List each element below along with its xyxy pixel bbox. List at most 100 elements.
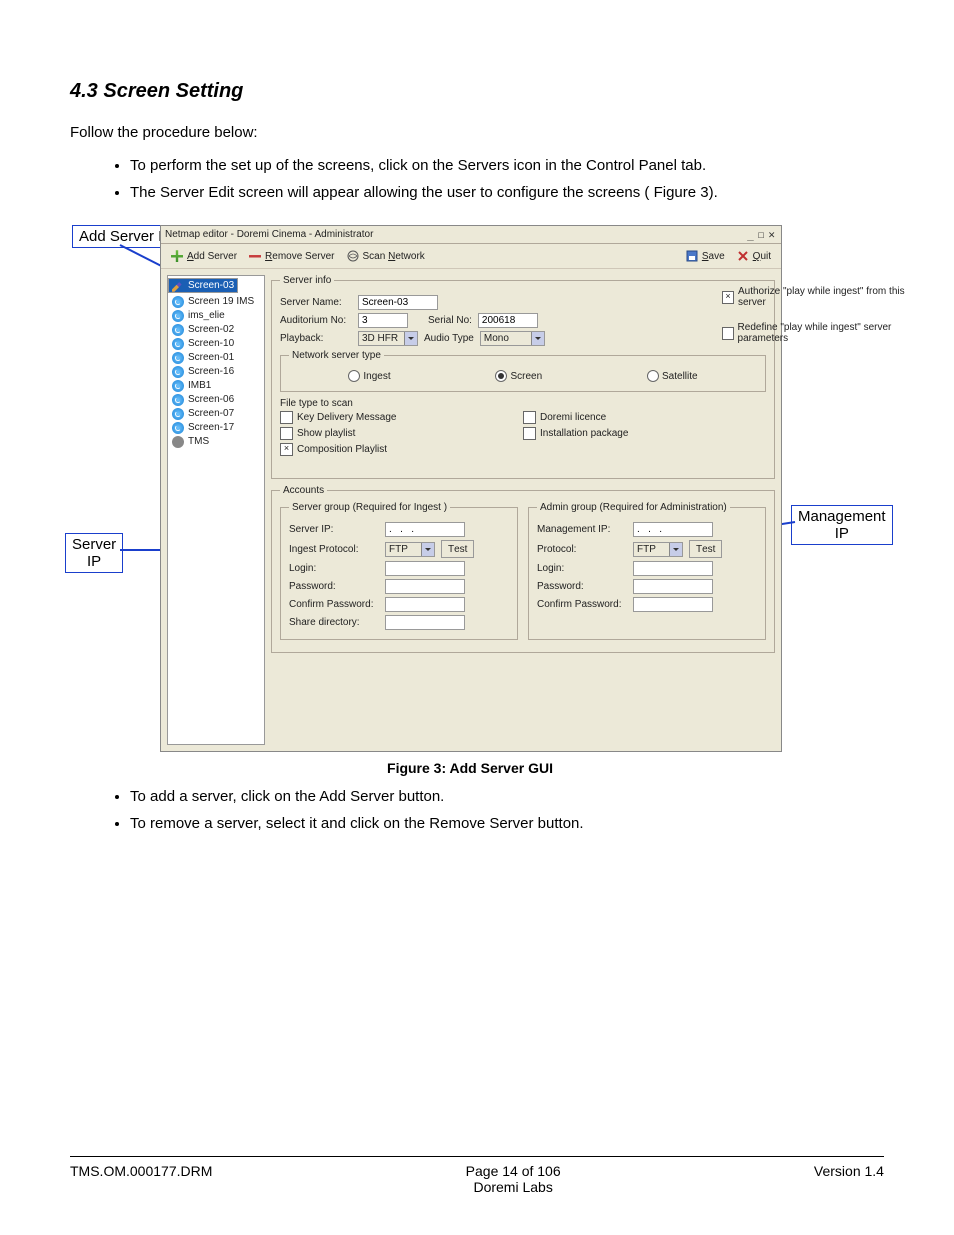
protocol-label: Protocol: — [537, 544, 627, 555]
radio-satellite[interactable]: Satellite — [647, 370, 698, 382]
tree-item[interactable]: Screen-17 — [168, 421, 264, 435]
tree-item[interactable]: Screen-16 — [168, 365, 264, 379]
tree-item-label: Screen-10 — [188, 338, 234, 349]
checkbox-install-pkg[interactable]: Installation package — [523, 427, 628, 440]
network-type-legend: Network server type — [289, 350, 384, 361]
management-ip-field[interactable] — [633, 522, 713, 537]
tree-item-label: Screen-06 — [188, 394, 234, 405]
screen-icon — [172, 366, 184, 378]
pencil-icon — [172, 280, 184, 292]
chevron-down-icon — [404, 332, 417, 345]
confirm-password-label: Confirm Password: — [289, 599, 379, 610]
playback-label: Playback: — [280, 333, 352, 344]
bullet: The Server Edit screen will appear allow… — [130, 184, 884, 201]
bullet: To perform the set up of the screens, cl… — [130, 157, 884, 174]
tree-item-label: Screen-02 — [188, 324, 234, 335]
auditorium-no-label: Auditorium No: — [280, 315, 352, 326]
playback-select[interactable]: 3D HFR — [358, 331, 418, 346]
toolbar-add-server[interactable]: Add Server — [171, 250, 237, 262]
app-window: Netmap editor - Doremi Cinema - Administ… — [160, 225, 782, 752]
serial-no-label: Serial No: — [428, 315, 472, 326]
admin-group-legend: Admin group (Required for Administration… — [537, 502, 730, 513]
tree-item-label: Screen-17 — [188, 422, 234, 433]
auditorium-no-field[interactable] — [358, 313, 408, 328]
server-ip-field[interactable] — [385, 522, 465, 537]
serial-no-field[interactable] — [478, 313, 538, 328]
checkbox-show-playlist[interactable]: Show playlist — [280, 427, 355, 440]
toolbar-quit[interactable]: Quit — [737, 250, 771, 262]
bullet: To add a server, click on the Add Server… — [130, 788, 884, 805]
disabled-icon — [172, 436, 184, 448]
screen-icon — [172, 296, 184, 308]
tree-item[interactable]: Screen-06 — [168, 393, 264, 407]
tree-item-label: Screen 19 IMS — [188, 296, 254, 307]
tree-item-label: ims_elie — [188, 310, 225, 321]
server-name-label: Server Name: — [280, 297, 352, 308]
titlebar: Netmap editor - Doremi Cinema - Administ… — [161, 226, 781, 244]
footer-center: Page 14 of 106Doremi Labs — [466, 1163, 561, 1195]
file-type-heading: File type to scan — [280, 398, 766, 409]
accounts-legend: Accounts — [280, 485, 327, 496]
protocol-select[interactable]: FTP — [633, 542, 683, 557]
post-figure-bullets: To add a server, click on the Add Server… — [130, 788, 884, 832]
checkbox-doremi-licence[interactable]: Doremi licence — [523, 411, 606, 424]
tree-item[interactable]: Screen-01 — [168, 351, 264, 365]
tree-item[interactable]: TMS — [168, 435, 264, 449]
screen-icon — [172, 422, 184, 434]
floppy-icon — [686, 250, 698, 262]
tree-item-label: Screen-03 — [188, 280, 234, 291]
server-info-fieldset: Server info Server Name: Auditorium No: … — [271, 275, 775, 479]
close-button[interactable]: ✕ — [766, 228, 777, 241]
tree-item[interactable]: Screen-10 — [168, 337, 264, 351]
login-field[interactable] — [385, 561, 465, 576]
share-directory-field[interactable] — [385, 615, 465, 630]
tree-item[interactable]: ims_elie — [168, 309, 264, 323]
admin-password-label: Password: — [537, 581, 627, 592]
radio-screen[interactable]: Screen — [495, 370, 542, 382]
tree-item[interactable]: Screen-02 — [168, 323, 264, 337]
test-button[interactable]: Test — [441, 540, 474, 558]
admin-login-field[interactable] — [633, 561, 713, 576]
ingest-protocol-select[interactable]: FTP — [385, 542, 435, 557]
password-field[interactable] — [385, 579, 465, 594]
test-button-admin[interactable]: Test — [689, 540, 722, 558]
login-label: Login: — [289, 563, 379, 574]
tree-item[interactable]: Screen 19 IMS — [168, 295, 264, 309]
ingest-protocol-label: Ingest Protocol: — [289, 544, 379, 555]
admin-login-label: Login: — [537, 563, 627, 574]
tree-item[interactable]: IMB1 — [168, 379, 264, 393]
server-tree[interactable]: Screen-03 Screen 19 IMS ims_elie Screen-02 S… — [167, 275, 265, 745]
share-directory-label: Share directory: — [289, 617, 379, 628]
footer-right: Version 1.4 — [814, 1163, 884, 1195]
checkbox-cpl[interactable]: ×Composition Playlist — [280, 443, 387, 456]
admin-group-fieldset: Admin group (Required for Administration… — [528, 502, 766, 640]
audio-type-select[interactable]: Mono — [480, 331, 545, 346]
section-heading: 4.3 Screen Setting — [70, 80, 884, 103]
checkbox-authorize-play-while-ingest[interactable]: ×Authorize "play while ingest" from this… — [722, 286, 917, 308]
screen-icon — [172, 310, 184, 322]
password-label: Password: — [289, 581, 379, 592]
tree-item[interactable]: Screen-07 — [168, 407, 264, 421]
toolbar-remove-server[interactable]: Remove Server — [249, 250, 334, 262]
callout-server-ip: Server IP — [65, 533, 123, 573]
server-name-field[interactable] — [358, 295, 438, 310]
admin-confirm-password-label: Confirm Password: — [537, 599, 627, 610]
window-title: Netmap editor - Doremi Cinema - Administ… — [165, 229, 373, 240]
radio-ingest[interactable]: Ingest — [348, 370, 390, 382]
admin-confirm-password-field[interactable] — [633, 597, 713, 612]
server-group-fieldset: Server group (Required for Ingest ) Serv… — [280, 502, 518, 640]
minimize-button[interactable]: _ — [745, 228, 756, 241]
checkbox-kdm[interactable]: Key Delivery Message — [280, 411, 396, 424]
quit-icon — [737, 250, 749, 262]
server-ip-label: Server IP: — [289, 524, 379, 535]
toolbar-scan-network[interactable]: Scan Network — [347, 250, 425, 262]
toolbar: Add Server Remove Server Scan Network Sa… — [161, 244, 781, 269]
confirm-password-field[interactable] — [385, 597, 465, 612]
checkbox-redefine-play-while-ingest[interactable]: Redefine "play while ingest" server para… — [722, 322, 917, 344]
screen-icon — [172, 324, 184, 336]
tree-item-label: Screen-07 — [188, 408, 234, 419]
toolbar-save[interactable]: Save — [686, 250, 725, 262]
admin-password-field[interactable] — [633, 579, 713, 594]
tree-item[interactable]: Screen-03 — [168, 278, 238, 293]
maximize-button[interactable]: ☐ — [756, 228, 767, 241]
